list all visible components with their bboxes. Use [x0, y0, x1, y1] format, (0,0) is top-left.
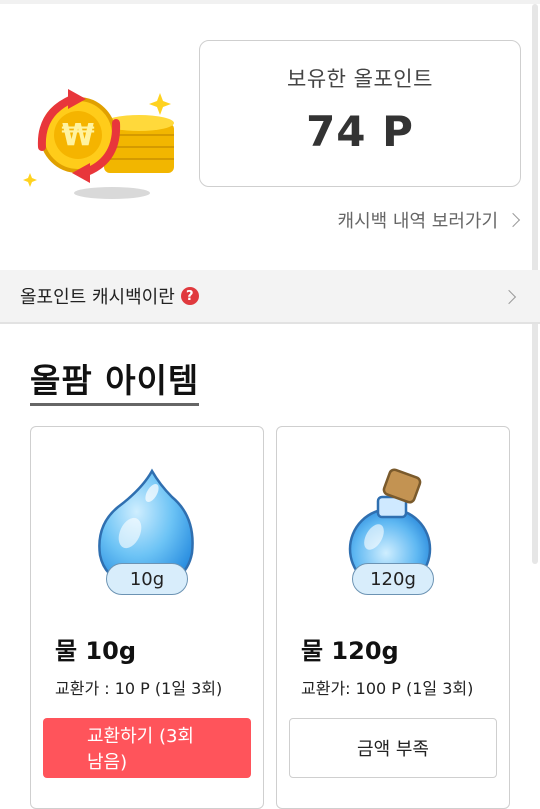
amount-badge: 120g — [352, 563, 434, 595]
cashback-info-label: 올포인트 캐시백이란 — [20, 287, 175, 308]
coin-cashback-icon: ₩ — [23, 89, 174, 199]
chevron-right-icon — [505, 212, 521, 228]
section-title: 올팜 아이템 — [30, 361, 200, 400]
chevron-right-icon — [501, 289, 517, 305]
section-underline — [30, 403, 199, 406]
item-name: 물 10g — [55, 637, 137, 665]
exchange-button[interactable]: 교환하기 (3회 남음) — [43, 718, 251, 778]
item-name: 물 120g — [301, 637, 399, 665]
help-icon: ? — [180, 287, 199, 305]
points-title: 보유한 올포인트 — [287, 67, 433, 91]
item-card-water-120g: 120g 물 120g 교환가: 100 P (1일 3회) 금액 부족 — [276, 426, 510, 809]
points-value: 74 P — [306, 107, 414, 156]
item-price: 교환가: 100 P (1일 3회) — [301, 679, 474, 698]
points-balance-card: 보유한 올포인트 74 P — [199, 40, 521, 187]
cashback-history-link[interactable]: 캐시백 내역 보러가기 — [337, 206, 521, 234]
svg-text:₩: ₩ — [61, 118, 94, 153]
item-card-water-10g: 10g 물 10g 교환가 : 10 P (1일 3회) 교환하기 (3회 남음… — [30, 426, 264, 809]
cashback-history-label: 캐시백 내역 보러가기 — [337, 211, 498, 232]
top-divider — [0, 0, 540, 4]
amount-badge: 10g — [106, 563, 188, 595]
cashback-info-bar[interactable]: 올포인트 캐시백이란 ? — [0, 270, 540, 324]
insufficient-funds-button[interactable]: 금액 부족 — [289, 718, 497, 778]
item-price: 교환가 : 10 P (1일 3회) — [55, 679, 223, 698]
